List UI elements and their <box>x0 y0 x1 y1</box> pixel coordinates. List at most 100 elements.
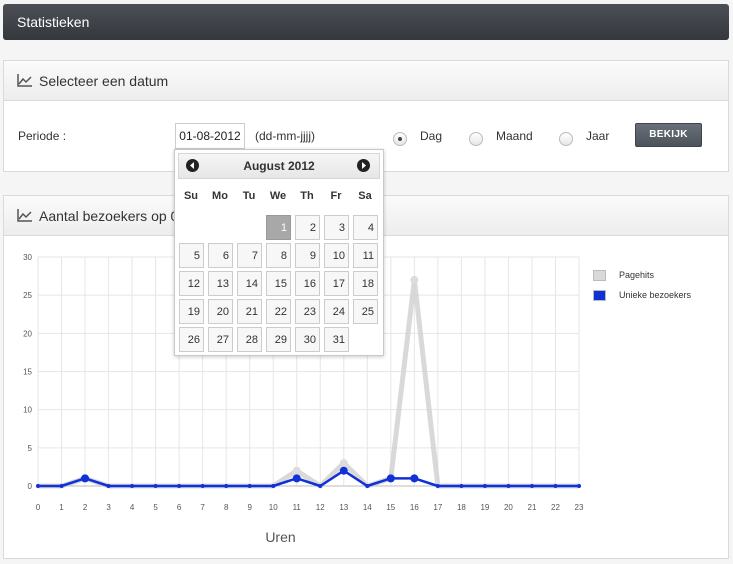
x-tick-label: 6 <box>177 503 182 512</box>
x-tick-label: 5 <box>153 503 158 512</box>
prev-month-icon[interactable] <box>186 159 199 172</box>
calendar-day[interactable]: 25 <box>353 299 378 324</box>
data-point-unieke-bezoekers <box>482 484 487 488</box>
x-tick-label: 19 <box>480 503 489 512</box>
legend-swatch-unieke-bezoekers <box>593 290 606 301</box>
calendar-day[interactable]: 28 <box>237 327 262 352</box>
data-point-unieke-bezoekers <box>365 484 370 488</box>
weekday-header: Fr <box>330 190 342 202</box>
chart-legend: Pagehits Unieke bezoekers <box>592 267 704 307</box>
x-tick-label: 2 <box>83 503 88 512</box>
calendar-day[interactable]: 8 <box>266 243 291 268</box>
calendar-day[interactable]: 29 <box>266 327 291 352</box>
calendar-day[interactable]: 5 <box>179 243 204 268</box>
data-point-pagehits <box>339 459 348 468</box>
weekday-header: Th <box>300 190 314 202</box>
x-tick-label: 0 <box>36 503 41 512</box>
calendar-day[interactable]: 12 <box>179 271 204 296</box>
data-point-unieke-bezoekers <box>459 484 464 488</box>
calendar-day[interactable]: 19 <box>179 299 204 324</box>
y-tick-label: 0 <box>28 482 33 491</box>
x-tick-label: 11 <box>293 503 302 512</box>
calendar-day[interactable]: 2 <box>295 215 320 240</box>
x-tick-label: 8 <box>224 503 229 512</box>
x-tick-label: 16 <box>410 503 419 512</box>
x-tick-label: 10 <box>269 503 278 512</box>
x-tick-label: 18 <box>457 503 466 512</box>
calendar-day[interactable]: 26 <box>179 327 204 352</box>
y-tick-label: 15 <box>23 368 32 377</box>
calendar-day[interactable]: 23 <box>295 299 320 324</box>
data-point-unieke-bezoekers <box>224 484 229 488</box>
calendar-month-title: August 2012 <box>243 159 315 173</box>
weekday-header: Sa <box>358 190 372 202</box>
calendar-day[interactable]: 18 <box>353 271 378 296</box>
weekday-header: We <box>269 190 287 202</box>
data-point-unieke-bezoekers <box>529 484 534 488</box>
calendar-day[interactable]: 17 <box>324 271 349 296</box>
calendar-day[interactable]: 6 <box>208 243 233 268</box>
calendar-day[interactable]: 1 <box>266 215 291 240</box>
data-point-unieke-bezoekers <box>36 484 40 488</box>
y-tick-label: 5 <box>28 444 33 453</box>
data-point-unieke-bezoekers <box>386 474 395 483</box>
calendar-day[interactable]: 24 <box>324 299 349 324</box>
data-point-unieke-bezoekers <box>339 466 348 475</box>
y-tick-label: 25 <box>23 291 32 300</box>
data-point-unieke-bezoekers <box>81 474 90 483</box>
weekday-header: Su <box>183 190 199 202</box>
data-point-unieke-bezoekers <box>130 484 135 488</box>
calendar-day[interactable]: 4 <box>353 215 378 240</box>
calendar-day[interactable]: 13 <box>208 271 233 296</box>
y-tick-label: 10 <box>23 406 32 415</box>
data-point-unieke-bezoekers <box>271 484 276 488</box>
calendar-day[interactable]: 3 <box>324 215 349 240</box>
legend-swatch-pagehits <box>593 270 606 281</box>
data-point-unieke-bezoekers <box>318 484 323 488</box>
y-tick-label: 30 <box>23 253 32 262</box>
calendar-day[interactable]: 15 <box>266 271 291 296</box>
next-month-icon[interactable] <box>357 159 370 172</box>
calendar-day[interactable]: 31 <box>324 327 349 352</box>
data-point-unieke-bezoekers <box>577 484 581 488</box>
calendar-day[interactable]: 14 <box>237 271 262 296</box>
calendar-day[interactable]: 10 <box>324 243 349 268</box>
data-point-unieke-bezoekers <box>553 484 558 488</box>
data-point-unieke-bezoekers <box>106 484 111 488</box>
calendar-day[interactable]: 21 <box>237 299 262 324</box>
calendar-day[interactable]: 20 <box>208 299 233 324</box>
x-tick-label: 4 <box>130 503 135 512</box>
x-tick-label: 3 <box>106 503 111 512</box>
calendar-day[interactable]: 22 <box>266 299 291 324</box>
data-point-unieke-bezoekers <box>435 484 440 488</box>
calendar-header: August 2012 <box>178 153 380 179</box>
data-point-unieke-bezoekers <box>59 484 64 488</box>
data-point-unieke-bezoekers <box>247 484 252 488</box>
data-point-unieke-bezoekers <box>153 484 158 488</box>
x-tick-label: 9 <box>247 503 252 512</box>
legend-label-pagehits: Pagehits <box>619 270 655 280</box>
x-tick-label: 13 <box>339 503 348 512</box>
weekday-header: Mo <box>212 190 228 202</box>
calendar-day[interactable]: 11 <box>353 243 378 268</box>
x-tick-label: 23 <box>575 503 584 512</box>
data-point-unieke-bezoekers <box>410 474 419 483</box>
x-tick-label: 17 <box>433 503 442 512</box>
x-tick-label: 15 <box>386 503 395 512</box>
calendar-day[interactable]: 30 <box>295 327 320 352</box>
data-point-unieke-bezoekers <box>292 474 301 483</box>
calendar-day[interactable]: 27 <box>208 327 233 352</box>
x-tick-label: 20 <box>504 503 513 512</box>
y-tick-label: 20 <box>23 329 32 338</box>
x-tick-label: 7 <box>200 503 205 512</box>
legend-label-unieke-bezoekers: Unieke bezoekers <box>619 290 692 300</box>
x-tick-label: 12 <box>316 503 325 512</box>
calendar-day[interactable]: 16 <box>295 271 320 296</box>
data-point-pagehits <box>292 466 301 475</box>
x-tick-label: 22 <box>551 503 560 512</box>
calendar-popup: August 2012 Su Mo Tu We Th Fr Sa 1 2 3 4 5 6 7 8 9 10 11 1… <box>174 149 384 356</box>
calendar-day[interactable]: 9 <box>295 243 320 268</box>
data-point-unieke-bezoekers <box>200 484 205 488</box>
calendar-day[interactable]: 7 <box>237 243 262 268</box>
weekday-header: Tu <box>242 190 256 202</box>
